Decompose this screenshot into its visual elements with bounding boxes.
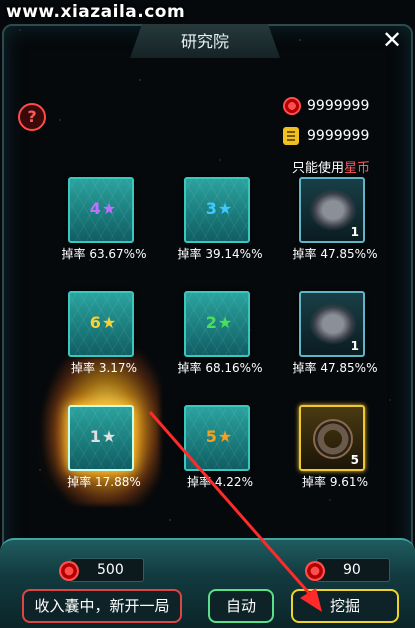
item-tile[interactable]: 5 [299, 405, 365, 471]
currency-note-highlight: 星币 [344, 161, 371, 176]
coin-amount: 9999999 [307, 98, 370, 114]
cost-right-value: 90 [343, 562, 361, 578]
star-tile[interactable]: 3★ [184, 177, 250, 243]
star-level-label: 3★ [186, 199, 252, 218]
red-coin-icon [305, 561, 325, 581]
research-cell[interactable]: 3★ 掉率 39.14%% [178, 177, 314, 289]
page-title: 研究院 [180, 32, 229, 51]
drop-rate-label: 掉率 47.85%% [292, 361, 378, 375]
drop-rate-label: 掉率 4.22% [187, 475, 253, 489]
collect-new-round-button[interactable]: 收入囊中，新开一局 [22, 589, 182, 623]
star-level-number: 4 [89, 199, 101, 218]
star-tile[interactable]: 2★ [184, 291, 250, 357]
star-tile[interactable]: 5★ [184, 405, 250, 471]
star-icon: ★ [101, 427, 117, 446]
ring-part-icon [313, 419, 353, 459]
item-count: 5 [350, 453, 359, 467]
drop-rate-label: 掉率 68.16%% [177, 361, 263, 375]
currency-note: 只能使用星币 [292, 161, 371, 176]
cost-left: 500 [59, 558, 144, 582]
star-icon: ★ [217, 313, 233, 332]
item-count: 1 [350, 225, 359, 239]
star-icon: ★ [101, 313, 117, 332]
research-cell[interactable]: 1★ 掉率 17.88% [67, 405, 198, 517]
research-cell[interactable]: 1 掉率 47.85%% [293, 177, 415, 289]
research-cell[interactable]: 2★ 掉率 68.16%% [178, 291, 314, 403]
red-coin-icon [59, 561, 79, 581]
cost-left-value: 500 [97, 562, 124, 578]
star-level-number: 2 [205, 313, 217, 332]
star-level-number: 5 [205, 427, 217, 446]
drop-rate-label: 掉率 39.14%% [177, 247, 263, 261]
research-cell[interactable]: 5★ 掉率 4.22% [184, 405, 314, 517]
drop-rate-label: 掉率 9.61% [302, 475, 368, 489]
drop-rate-label: 掉率 47.85%% [292, 247, 378, 261]
research-cell[interactable]: 4★ 掉率 63.67%% [62, 177, 198, 289]
star-level-label: 4★ [70, 199, 136, 218]
gold-token-icon [283, 127, 299, 145]
watermark-text: www.xiazaila.com [6, 2, 186, 22]
star-tile[interactable]: 4★ [68, 177, 134, 243]
star-level-number: 6 [89, 313, 101, 332]
drop-rate-label: 掉率 63.67%% [61, 247, 147, 261]
star-tile[interactable]: 6★ [68, 291, 134, 357]
item-tile[interactable]: 1 [299, 177, 365, 243]
dig-button[interactable]: 挖掘 [291, 589, 399, 623]
auto-button[interactable]: 自动 [208, 589, 274, 623]
star-level-label: 5★ [186, 427, 252, 446]
research-cell[interactable]: 5 掉率 9.61% [299, 405, 415, 517]
star-level-label: 2★ [186, 313, 252, 332]
red-coin-icon [283, 97, 301, 115]
star-level-number: 3 [205, 199, 217, 218]
star-icon: ★ [101, 199, 117, 218]
star-icon: ★ [217, 199, 233, 218]
currency-tokens: 9999999 [283, 125, 369, 147]
item-count: 1 [350, 339, 359, 353]
research-cell[interactable]: 6★ 掉率 3.17% [68, 291, 198, 403]
help-icon[interactable]: ? [18, 103, 46, 131]
star-level-label: 1★ [70, 427, 136, 446]
drop-rate-label: 掉率 3.17% [71, 361, 137, 375]
cost-right: 90 [305, 558, 390, 582]
star-tile[interactable]: 1★ [68, 405, 134, 471]
close-icon[interactable]: ✕ [378, 26, 406, 54]
star-level-number: 1 [89, 427, 101, 446]
star-level-label: 6★ [70, 313, 136, 332]
drop-rate-label: 掉率 17.88% [67, 475, 141, 489]
item-tile[interactable]: 1 [299, 291, 365, 357]
star-icon: ★ [217, 427, 233, 446]
token-amount: 9999999 [307, 128, 370, 144]
currency-coins: 9999999 [283, 95, 369, 117]
research-cell[interactable]: 1 掉率 47.85%% [293, 291, 415, 403]
